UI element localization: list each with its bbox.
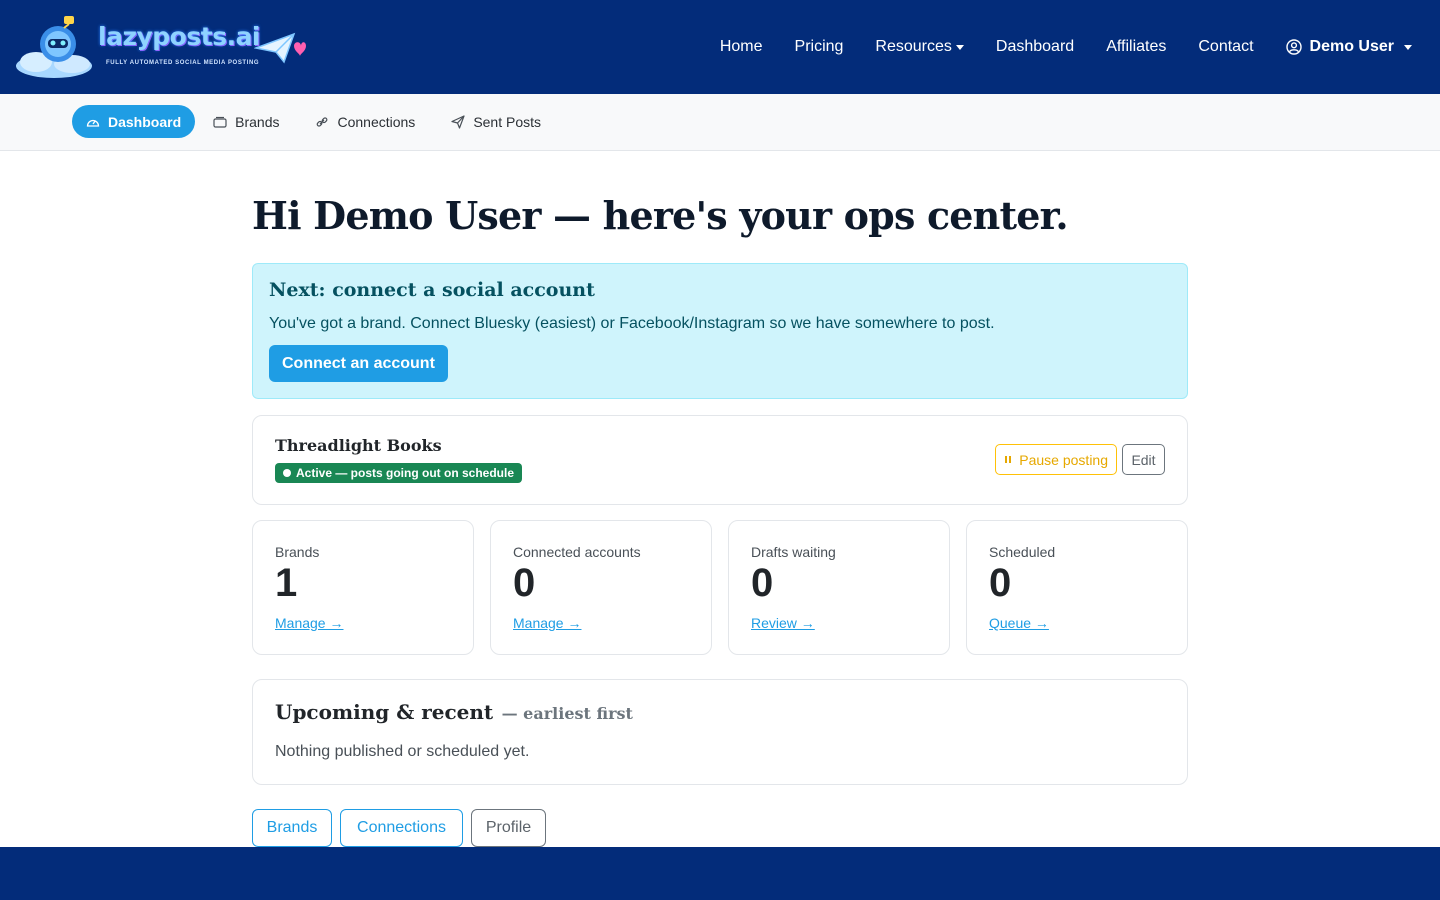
nav-contact[interactable]: Contact bbox=[1198, 38, 1253, 56]
logo[interactable]: lazyposts.ai FULLY AUTOMATED SOCIAL MEDI… bbox=[14, 14, 306, 80]
stat-card-connected-accounts: Connected accounts 0 Manage → bbox=[490, 520, 712, 655]
subnav-dashboard-label: Dashboard bbox=[108, 113, 182, 130]
stat-value: 0 bbox=[513, 561, 536, 605]
brand-card: Threadlight Books Active — posts going o… bbox=[252, 415, 1188, 505]
stat-card-brands: Brands 1 Manage → bbox=[252, 520, 474, 655]
brand-name: Threadlight Books bbox=[275, 436, 442, 455]
user-menu[interactable]: Demo User bbox=[1285, 38, 1412, 56]
upcoming-heading: Upcoming & recent bbox=[275, 700, 494, 724]
footer bbox=[0, 847, 1440, 900]
nav-pricing[interactable]: Pricing bbox=[795, 38, 844, 56]
pause-posting-label: Pause posting bbox=[1019, 451, 1108, 468]
stat-card-drafts-waiting: Drafts waiting 0 Review → bbox=[728, 520, 950, 655]
subnav-brands-label: Brands bbox=[235, 113, 280, 130]
sub-navbar: Dashboard Brands Connections Sent Posts bbox=[0, 94, 1440, 151]
stat-value: 0 bbox=[989, 561, 1012, 605]
subnav-dashboard[interactable]: Dashboard bbox=[72, 105, 196, 138]
brands-button[interactable]: Brands bbox=[252, 809, 332, 847]
upcoming-card: Upcoming & recent — earliest first Nothi… bbox=[252, 679, 1188, 785]
top-navbar: lazyposts.ai FULLY AUTOMATED SOCIAL MEDI… bbox=[0, 0, 1440, 94]
gauge-icon bbox=[86, 119, 100, 127]
subnav-sent-posts[interactable]: Sent Posts bbox=[437, 105, 555, 138]
subnav-connections[interactable]: Connections bbox=[301, 105, 429, 138]
subnav-sent-posts-label: Sent Posts bbox=[473, 113, 542, 130]
stat-card-scheduled: Scheduled 0 Queue → bbox=[966, 520, 1188, 655]
nav-dashboard[interactable]: Dashboard bbox=[996, 38, 1074, 56]
send-icon bbox=[451, 114, 465, 129]
alert-title: Next: connect a social account bbox=[269, 279, 595, 301]
connect-account-button[interactable]: Connect an account bbox=[269, 345, 448, 382]
caret-down-icon bbox=[1404, 44, 1412, 50]
folder-icon bbox=[213, 116, 227, 128]
pause-icon bbox=[1005, 456, 1012, 463]
queue-link[interactable]: Queue → bbox=[989, 615, 1049, 631]
manage-accounts-link[interactable]: Manage → bbox=[513, 615, 581, 631]
stat-value: 1 bbox=[275, 561, 298, 605]
review-drafts-link[interactable]: Review → bbox=[751, 615, 815, 631]
subnav-brands[interactable]: Brands bbox=[199, 105, 293, 138]
status-dot-icon bbox=[283, 469, 291, 477]
upcoming-subheading: — earliest first bbox=[501, 704, 633, 723]
profile-button[interactable]: Profile bbox=[471, 809, 546, 847]
connect-alert: Next: connect a social account You've go… bbox=[252, 263, 1188, 399]
nav-affiliates[interactable]: Affiliates bbox=[1106, 38, 1166, 56]
main-nav: Home Pricing Resources Dashboard Affilia… bbox=[688, 0, 1412, 94]
user-circle-icon bbox=[1285, 39, 1302, 55]
page-title: Hi Demo User — here's your ops center. bbox=[252, 193, 1069, 238]
logo-text: lazyposts.ai bbox=[98, 22, 261, 51]
status-badge: Active — posts going out on schedule bbox=[275, 463, 523, 483]
nav-resources-label: Resources bbox=[875, 38, 952, 55]
logo-tagline: FULLY AUTOMATED SOCIAL MEDIA POSTING bbox=[106, 60, 260, 66]
upcoming-title: Upcoming & recent — earliest first bbox=[275, 700, 633, 724]
robot-mascot-icon bbox=[16, 16, 92, 78]
stat-label: Connected accounts bbox=[513, 544, 641, 560]
caret-down-icon bbox=[955, 44, 964, 50]
stat-label: Scheduled bbox=[989, 544, 1056, 560]
stat-label: Brands bbox=[275, 544, 320, 560]
alert-text: You've got a brand. Connect Bluesky (eas… bbox=[269, 315, 995, 332]
upcoming-empty-text: Nothing published or scheduled yet. bbox=[275, 743, 530, 760]
status-text: Active — posts going out on schedule bbox=[296, 466, 515, 480]
nav-resources[interactable]: Resources bbox=[875, 38, 964, 56]
manage-brands-link[interactable]: Manage → bbox=[275, 615, 343, 631]
edit-brand-button[interactable]: Edit bbox=[1122, 444, 1165, 475]
paper-plane-icon bbox=[254, 32, 306, 64]
stat-value: 0 bbox=[751, 561, 774, 605]
pause-posting-button[interactable]: Pause posting bbox=[995, 444, 1117, 475]
link-icon bbox=[317, 116, 328, 127]
user-name: Demo User bbox=[1309, 38, 1394, 55]
nav-home[interactable]: Home bbox=[720, 38, 763, 56]
connections-button[interactable]: Connections bbox=[340, 809, 463, 847]
stat-label: Drafts waiting bbox=[751, 544, 836, 560]
subnav-connections-label: Connections bbox=[337, 113, 416, 130]
